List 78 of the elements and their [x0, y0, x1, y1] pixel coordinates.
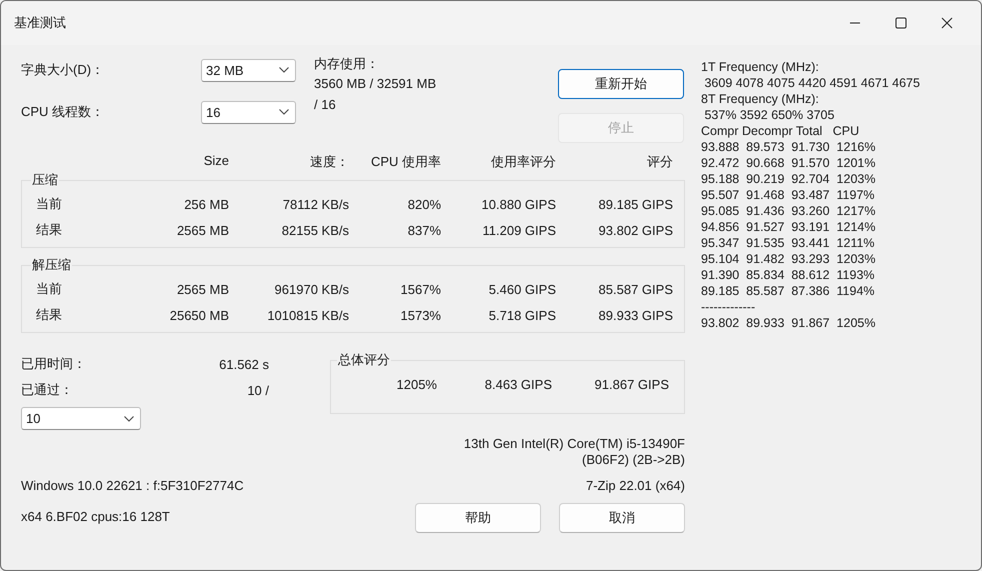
log-line: 92.472 90.668 91.570 1201% — [701, 155, 876, 171]
table-cell-text: 78112 KB/s — [282, 196, 349, 212]
table-cell-text: 820% — [406, 196, 441, 212]
log-line: 89.185 85.587 87.386 1194% — [701, 283, 876, 299]
table-cell-text: 91.867 GIPS — [594, 377, 669, 392]
dialog-button[interactable]: 取消 — [559, 503, 685, 533]
dictionary-label: 字典大小(D)： — [21, 61, 106, 79]
log-line: 93.888 89.573 91.730 1216% — [701, 139, 876, 155]
cpu-info: (B06F2) (2B->2B) — [582, 452, 685, 468]
table-cell-text: 256 MB — [183, 196, 229, 212]
column-header: 使用率评分 — [490, 153, 556, 171]
window-title: 基准测试 — [13, 14, 66, 32]
log-line: 91.390 85.834 88.612 1193% — [701, 267, 876, 283]
column-header: Size — [202, 153, 229, 170]
chevron-down-icon — [279, 67, 289, 73]
maximize-icon[interactable] — [895, 17, 907, 29]
version-info: 7-Zip 22.01 (x64) — [586, 478, 685, 493]
cpu-info: 13th Gen Intel(R) Core(TM) i5-13490F — [464, 436, 685, 452]
passes-select[interactable]: 10 — [21, 407, 141, 430]
os-info: Windows 10.0 22621 : f:5F310F2774C — [21, 478, 244, 493]
row-label: 结果 — [35, 221, 63, 239]
table-cell-text: 5.718 GIPS — [488, 308, 556, 322]
row-label: 当前 — [35, 280, 63, 298]
log-line: Compr Decompr Total CPU — [701, 123, 860, 139]
log-line: 1T Frequency (MHz): — [701, 59, 820, 75]
row-label: 结果 — [35, 306, 63, 324]
memory-label: 内存使用： — [314, 55, 380, 73]
log-line: 8T Frequency (MHz): — [701, 91, 820, 107]
table-cell-text: 89.185 GIPS — [598, 196, 673, 212]
table-cell-text: 1567% — [400, 282, 441, 296]
table-cell-text: 8.463 GIPS — [484, 377, 552, 392]
passes-label: 已通过： — [21, 381, 73, 399]
column-header: 速度： — [309, 153, 349, 171]
threads-total: / 16 — [314, 97, 336, 112]
table-cell-text: 1573% — [400, 308, 441, 322]
table-cell-text: 5.460 GIPS — [488, 282, 556, 296]
threads-label: CPU 线程数： — [21, 103, 106, 121]
table-cell-text: 2565 MB — [176, 282, 229, 296]
row-label: 当前 — [35, 195, 63, 213]
dictionary-select[interactable]: 32 MB — [201, 58, 296, 82]
table-cell-text: 89.933 GIPS — [598, 308, 673, 322]
table-cell-text: 10.880 GIPS — [480, 196, 556, 212]
log-line: 95.188 90.219 92.704 1203% — [701, 171, 876, 187]
group-title: 总体评分 — [337, 351, 391, 369]
chevron-down-icon — [124, 416, 134, 422]
column-header: 评分 — [646, 153, 673, 171]
log-line: 95.104 91.482 93.293 1203% — [701, 251, 876, 267]
action-button[interactable]: 重新开始 — [558, 69, 684, 99]
dialog-button[interactable]: 帮助 — [415, 503, 541, 533]
elapsed-value: 61.562 s — [219, 356, 269, 372]
table-cell-text: 25650 MB — [168, 308, 229, 322]
log-line: 3609 4078 4075 4420 4591 4671 4675 — [703, 75, 920, 91]
column-header: CPU 使用率 — [370, 153, 441, 171]
group-title: 解压缩 — [31, 256, 72, 274]
passes-value: 10 / — [247, 382, 269, 398]
chevron-down-icon — [279, 109, 289, 115]
table-cell-text: 837% — [406, 222, 441, 238]
memory-value: 3560 MB / 32591 MB — [314, 76, 436, 91]
table-cell-text: 961970 KB/s — [274, 282, 349, 296]
table-cell-text: 85.587 GIPS — [598, 282, 673, 296]
elapsed-label: 已用时间： — [21, 355, 86, 373]
log-line: 94.856 91.527 93.191 1214% — [701, 219, 876, 235]
log-line: 95.347 91.535 93.441 1211% — [701, 235, 876, 251]
table-cell-text: 2565 MB — [176, 222, 229, 238]
group-title: 压缩 — [31, 171, 59, 189]
log-line: 537% 3592 650% 3705 — [703, 107, 836, 123]
threads-select[interactable]: 16 — [201, 100, 296, 124]
close-icon[interactable] — [941, 17, 953, 29]
build-info: x64 6.BF02 cpus:16 128T — [21, 509, 170, 526]
table-cell-text: 93.802 GIPS — [598, 222, 673, 238]
table-cell-text: 11.209 GIPS — [482, 222, 556, 238]
log-line: ------------- — [701, 299, 756, 315]
log-line: 93.802 89.933 91.867 1205% — [701, 315, 876, 331]
log-line: 95.085 91.436 93.260 1217% — [701, 203, 876, 219]
table-cell-text: 1010815 KB/s — [266, 308, 349, 322]
table-cell-text: 82155 KB/s — [280, 222, 349, 238]
table-cell-text: 1205% — [396, 377, 437, 392]
log-line: 95.507 91.468 93.487 1197% — [701, 187, 876, 203]
